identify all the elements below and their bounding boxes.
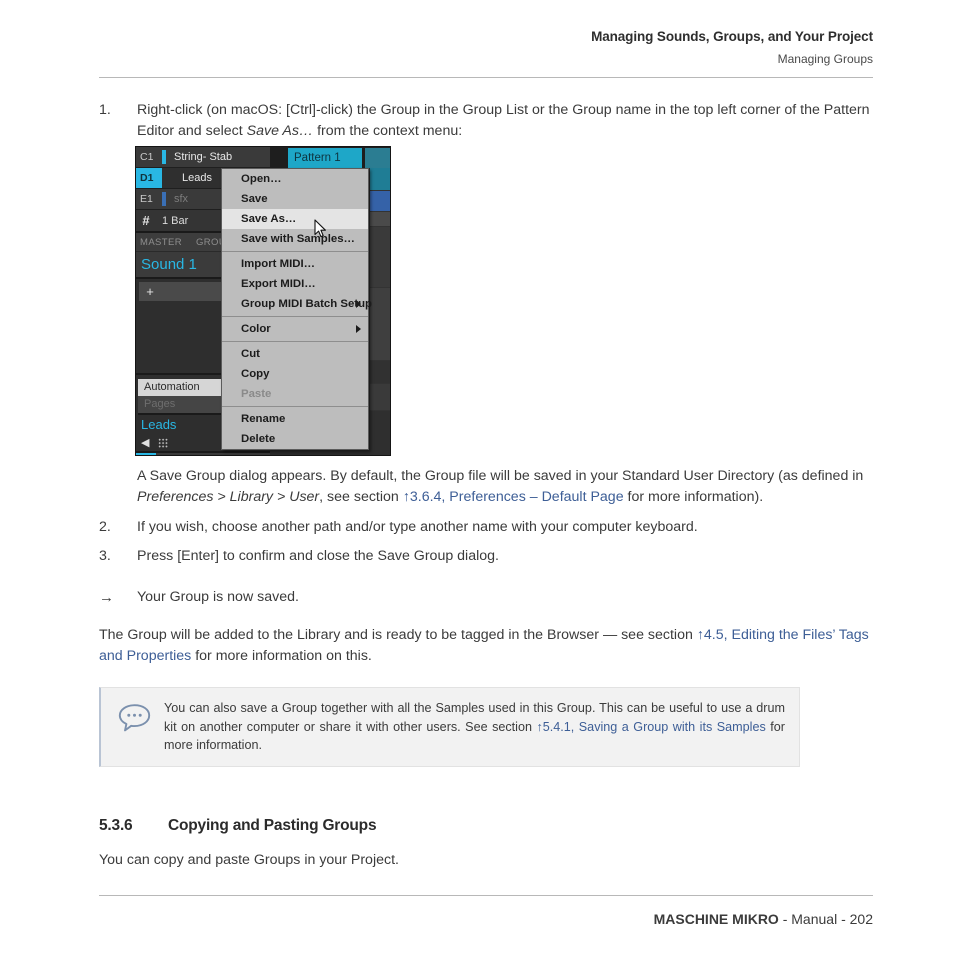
group-row-name: String- Stab: [174, 151, 233, 163]
library-part1: The Group will be added to the Library a…: [99, 627, 697, 643]
tip-box: You can also save a Group together with …: [99, 687, 800, 767]
maschine-screenshot: Pattern 1 C1 String- Stab D1 Leads E1 sf…: [135, 146, 391, 456]
pattern-clip[interactable]: [370, 191, 390, 211]
section-title: Copying and Pasting Groups: [168, 816, 377, 834]
menu-item-label: Group MIDI Batch Setup: [241, 298, 372, 310]
menu-item-delete[interactable]: Delete: [222, 429, 368, 449]
step-3-number: 3.: [99, 548, 111, 564]
section-body: You can copy and paste Groups in your Pr…: [99, 851, 399, 868]
group-row-name: Leads: [182, 172, 212, 184]
menu-item-save[interactable]: Save: [222, 189, 368, 209]
menu-item-rename[interactable]: Rename: [222, 409, 368, 429]
step-1-text-after: from the context menu:: [313, 123, 463, 139]
save-dialog-paragraph: A Save Group dialog appears. By default,…: [99, 466, 873, 508]
running-head-title: Managing Sounds, Groups, and Your Projec…: [591, 29, 873, 44]
menu-item-import-midi[interactable]: Import MIDI…: [222, 254, 368, 274]
menu-item-group-midi-batch-setup[interactable]: Group MIDI Batch Setup: [222, 294, 372, 314]
save-dialog-emphasis: Preferences > Library > User: [137, 489, 320, 505]
footer-product: MASCHINE MIKRO: [653, 911, 779, 927]
save-dialog-part3: for more information).: [623, 489, 764, 505]
hash-icon: #: [142, 213, 150, 228]
result-line: → Your Group is now saved.: [99, 587, 873, 608]
save-dialog-part1: A Save Group dialog appears. By default,…: [137, 468, 864, 484]
group-row-key: E1: [140, 193, 153, 205]
pattern-clip[interactable]: [370, 384, 390, 410]
menu-separator: [222, 251, 368, 252]
menu-separator: [222, 316, 368, 317]
group-color-bar: [162, 150, 166, 164]
menu-separator: [222, 341, 368, 342]
group-context-menu: Open… Save Save As… Save with Samples… I…: [221, 168, 372, 450]
step-2-text: If you wish, choose another path and/or …: [137, 519, 698, 535]
step-3-text: Press [Enter] to confirm and close the S…: [137, 548, 499, 564]
tab-master[interactable]: MASTER: [140, 237, 182, 248]
sound-slot-index: 1: [136, 453, 156, 455]
section-heading: 5.3.6 Copying and Pasting Groups: [99, 817, 873, 835]
step-1-number: 1.: [99, 102, 111, 118]
result-arrow-icon: →: [99, 589, 114, 606]
running-head-subtitle: Managing Groups: [777, 52, 873, 66]
group-row-name: sfx: [174, 193, 189, 205]
menu-item-paste: Paste: [241, 388, 272, 400]
group-row-key: C1: [140, 151, 154, 163]
pattern-clip[interactable]: [370, 288, 390, 360]
library-part2: for more information on this.: [191, 648, 372, 664]
step-2-number: 2.: [99, 519, 111, 535]
menu-item-save-as[interactable]: Save As…: [222, 209, 368, 229]
group-color-bar: [162, 171, 166, 185]
save-dialog-part2: , see section: [319, 489, 403, 505]
menu-item-save-with-samples[interactable]: Save with Samples…: [222, 229, 368, 249]
bar-length-label: 1 Bar: [162, 214, 189, 227]
submenu-arrow-icon: [356, 300, 361, 308]
pattern-clip[interactable]: [370, 168, 390, 190]
menu-item-cut[interactable]: Cut: [222, 344, 368, 364]
group-row-c1[interactable]: C1 String- Stab: [136, 147, 270, 168]
header-divider: [99, 77, 873, 78]
pattern-clip[interactable]: [370, 361, 390, 383]
step-3: 3. Press [Enter] to confirm and close th…: [99, 546, 873, 567]
menu-item-export-midi[interactable]: Export MIDI…: [222, 274, 368, 294]
pattern-tab-bar: Pattern 1: [270, 147, 390, 168]
xref-saving-group-with-samples[interactable]: ↑5.4.1, Saving a Group with its Samples: [536, 720, 765, 734]
menu-item-open[interactable]: Open…: [222, 169, 368, 189]
step-1: 1. Right-click (on macOS: [Ctrl]-click) …: [99, 100, 873, 142]
pattern-clip[interactable]: [370, 227, 390, 287]
submenu-arrow-icon: [356, 325, 361, 333]
pattern-clip-column: [370, 168, 390, 455]
menu-item-color[interactable]: Color: [222, 319, 368, 339]
menu-separator: [222, 406, 368, 407]
tip-text: You can also save a Group together with …: [164, 699, 785, 755]
group-row-key: D1: [136, 168, 162, 188]
step-1-emphasis: Save As…: [246, 123, 314, 139]
grid-icon[interactable]: [158, 437, 169, 448]
menu-item-label: Color: [241, 323, 271, 335]
page-footer: MASCHINE MIKRO - Manual - 202: [99, 911, 873, 927]
manual-page: Managing Sounds, Groups, and Your Projec…: [0, 0, 954, 954]
speaker-icon[interactable]: ◀: [141, 436, 149, 449]
pattern-tab-1[interactable]: Pattern 1: [288, 148, 362, 168]
running-head: Managing Sounds, Groups, and Your Projec…: [99, 28, 873, 68]
step-2: 2. If you wish, choose another path and/…: [99, 517, 873, 538]
library-paragraph: The Group will be added to the Library a…: [99, 625, 873, 667]
pattern-tab-2[interactable]: [365, 148, 390, 168]
group-color-bar: [162, 192, 166, 206]
sound-slot-row[interactable]: 1 Sound 1: [136, 453, 270, 455]
section-number: 5.3.6: [99, 816, 133, 834]
result-text: Your Group is now saved.: [137, 589, 299, 605]
menu-item-copy[interactable]: Copy: [222, 364, 368, 384]
xref-preferences-default-page[interactable]: ↑3.6.4, Preferences – Default Page: [403, 489, 624, 505]
pattern-clip[interactable]: [370, 411, 390, 455]
pattern-clip[interactable]: [370, 212, 390, 226]
plus-icon: +: [146, 284, 154, 299]
footer-rest: - Manual - 202: [778, 911, 873, 927]
speech-bubble-icon: [117, 702, 153, 734]
footer-divider: [99, 895, 873, 896]
